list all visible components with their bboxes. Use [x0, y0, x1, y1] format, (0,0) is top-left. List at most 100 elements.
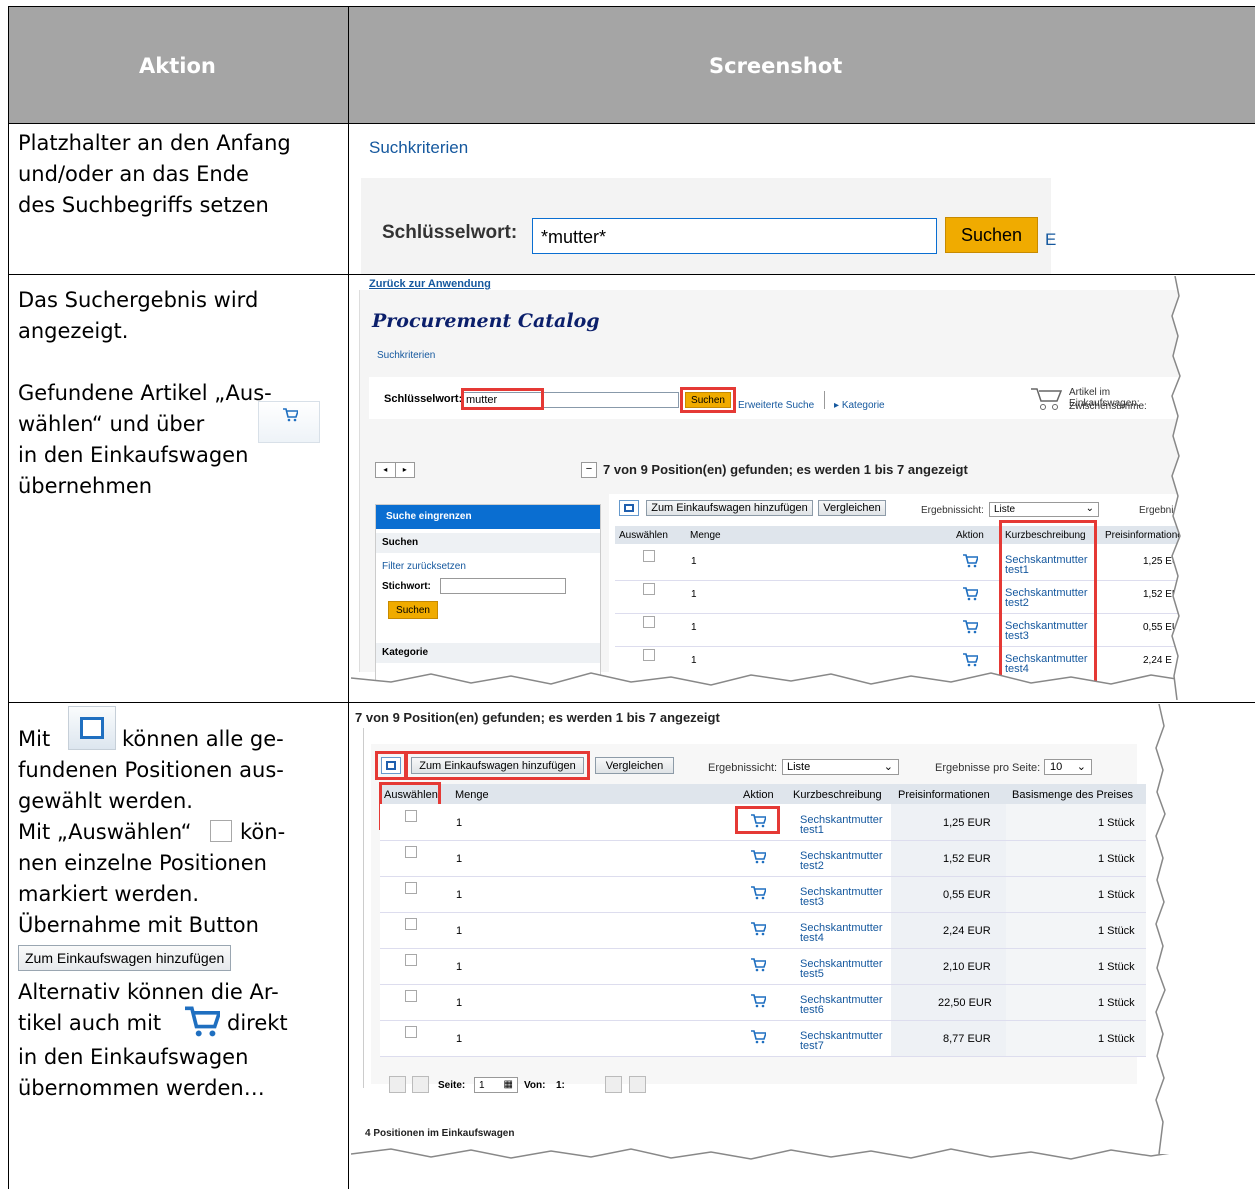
shot3: 7 von 9 Position(en) gefunden; es werden…	[351, 704, 1171, 1189]
shot3-row-checkbox[interactable]	[405, 882, 417, 894]
shot2-col-select: Auswählen	[619, 530, 668, 541]
shot3-col-base: Basismenge des Preises	[1012, 789, 1134, 801]
shot3-next-page-button[interactable]	[605, 1076, 622, 1093]
shot1-search-button[interactable]: Suchen	[945, 217, 1038, 253]
shot3-row-price: 0,55 EUR	[943, 889, 991, 901]
shot3-row-desc-sub[interactable]: test2	[800, 861, 824, 872]
shot2-advanced-search-link[interactable]: Erweiterte Suche	[738, 400, 814, 411]
row2-line7: übernehmen	[18, 474, 153, 498]
shot2-row-checkbox[interactable]	[643, 616, 655, 628]
shot3-view-value: Liste	[787, 761, 811, 773]
shot3-row-desc-sub[interactable]: test1	[800, 825, 824, 836]
shot3-row-desc-sub[interactable]: test4	[800, 933, 824, 944]
shot3-prev-page-button[interactable]	[412, 1076, 429, 1093]
shot2-sidebar-search-button[interactable]: Suchen	[388, 601, 438, 619]
shot3-of-value: 1:	[556, 1080, 565, 1091]
shot2-cart-subtotal: Zwischensumme:	[1069, 401, 1147, 412]
shot3-row-checkbox[interactable]	[405, 918, 417, 930]
shot3-row-price: 8,77 EUR	[943, 1033, 991, 1045]
shot3-row-desc-sub[interactable]: test5	[800, 969, 824, 980]
shot2-keyword-filter-input[interactable]	[440, 578, 566, 594]
shot2-keyword-label: Schlüsselwort:	[384, 393, 463, 405]
shot3-row-cart-icon[interactable]	[750, 994, 766, 1008]
shot2-row-checkbox[interactable]	[643, 649, 655, 661]
shot3-first-page-button[interactable]	[389, 1076, 406, 1093]
shot3-view-select[interactable]: Liste ⌄	[782, 759, 899, 775]
shot2-row-checkbox[interactable]	[643, 583, 655, 595]
shot2-found-text: 7 von 9 Position(en) gefunden; es werden…	[603, 462, 968, 477]
shot2-row-qty: 1	[691, 589, 697, 600]
row3-line4b: kön-	[240, 820, 286, 844]
row3-line6: markiert werden.	[18, 882, 200, 906]
shot2-row-qty: 1	[691, 556, 697, 567]
shot2-row-checkbox[interactable]	[643, 550, 655, 562]
shot2-category-link[interactable]: ▸ Kategorie	[834, 400, 885, 411]
shot2-col-action: Aktion	[956, 530, 984, 541]
row3-line1b: können alle ge-	[122, 727, 284, 751]
shot3-row-cart-icon[interactable]	[750, 922, 766, 936]
shot3-row-price: 1,52 EUR	[943, 853, 991, 865]
shot2-row-cart-icon[interactable]	[962, 587, 978, 601]
shot2-sidebar-section: Suchen	[376, 533, 600, 553]
row3-text: Mit können alle ge- fundenen Positionen …	[18, 706, 288, 1104]
row1-line3: des Suchbegriffs setzen	[18, 193, 269, 217]
shot3-row-qty: 1	[456, 925, 463, 937]
shot3-row-checkbox[interactable]	[405, 954, 417, 966]
shot2-filter-reset-link[interactable]: Filter zurücksetzen	[382, 561, 466, 572]
shot2-select-all-button[interactable]	[619, 500, 639, 516]
shot3-row-base: 1 Stück	[1098, 1033, 1135, 1045]
shot1-suchkriterien-link[interactable]: Suchkriterien	[369, 138, 468, 158]
shot3-row-desc-sub[interactable]: test3	[800, 897, 824, 908]
shot2-suchkriterien-link[interactable]: Suchkriterien	[377, 350, 435, 361]
shot3-found-text: 7 von 9 Position(en) gefunden; es werden…	[355, 710, 720, 725]
row3-line2: fundenen Positionen aus-	[18, 758, 284, 782]
header-aktion: Aktion	[139, 54, 216, 78]
shot3-row-checkbox[interactable]	[405, 1026, 417, 1038]
shot2-cart-big-icon	[1031, 388, 1063, 410]
row2-line1: Das Suchergebnis wird	[18, 288, 259, 312]
shot2-collapse-button[interactable]: −	[581, 462, 597, 478]
row3-line3: gewählt werden.	[18, 789, 193, 813]
shot3-row-desc-sub[interactable]: test6	[800, 1005, 824, 1016]
shot3-last-page-button[interactable]	[629, 1076, 646, 1093]
shot1-keyword-input[interactable]: *mutter*	[532, 218, 937, 254]
shot2-view-label: Ergebnissicht:	[921, 505, 984, 516]
shot3-row-checkbox[interactable]	[405, 846, 417, 858]
shot3-page-input[interactable]: 1 ▦	[474, 1077, 518, 1093]
shot2-add-to-cart-button[interactable]: Zum Einkaufswagen hinzufügen	[646, 500, 813, 516]
shot2-nav-arrows[interactable]: ◂ ▸	[375, 462, 415, 478]
shot2-row-cart-icon[interactable]	[962, 554, 978, 568]
shot2-col-qty: Menge	[690, 530, 721, 541]
row2-line5: wählen“ und über	[18, 412, 205, 436]
row3-checkbox-icon	[210, 820, 232, 842]
row3-line4a: Mit „Auswählen“	[18, 820, 192, 844]
shot2-torn-edge-right	[1171, 276, 1183, 700]
shot3-row-cart-icon[interactable]	[750, 850, 766, 864]
row3-line1a: Mit	[18, 727, 51, 751]
shot3-row-cart-icon[interactable]	[750, 958, 766, 972]
row3-select-all-icon	[68, 706, 116, 750]
shot3-row-checkbox[interactable]	[405, 990, 417, 1002]
shot2-compare-button[interactable]: Vergleichen	[818, 500, 886, 516]
shot3-per-page-select[interactable]: 10 ⌄	[1044, 759, 1092, 775]
shot3-row-price: 2,10 EUR	[943, 961, 991, 973]
shot3-row-base: 1 Stück	[1098, 961, 1135, 973]
shot2-row-cart-icon[interactable]	[962, 653, 978, 667]
row2-line4: Gefundene Artikel „Aus-	[18, 381, 272, 405]
shot3-per-page-label: Ergebnisse pro Seite:	[935, 762, 1041, 774]
shot3-row-cart-icon[interactable]	[750, 886, 766, 900]
shot3-row-cart-icon[interactable]	[750, 1030, 766, 1044]
shot3-row-checkbox[interactable]	[405, 810, 417, 822]
row3-line10a: tikel auch mit	[18, 1011, 162, 1035]
shot2-back-link[interactable]: Zurück zur Anwendung	[369, 278, 491, 290]
shot2-row-cart-icon[interactable]	[962, 620, 978, 634]
shot3-row-qty: 1	[456, 997, 463, 1009]
header-screenshot: Screenshot	[709, 54, 843, 78]
row3-line10b: direkt	[227, 1011, 288, 1035]
shot3-col-qty: Menge	[455, 789, 489, 801]
shot3-row-desc-sub[interactable]: test7	[800, 1041, 824, 1052]
shot2-keyword-filter-label: Stichwort:	[382, 581, 431, 592]
shot3-row-price: 1,25 EUR	[943, 817, 991, 829]
shot2-view-select[interactable]: Liste ⌄	[989, 502, 1099, 517]
shot3-compare-button[interactable]: Vergleichen	[595, 757, 674, 774]
